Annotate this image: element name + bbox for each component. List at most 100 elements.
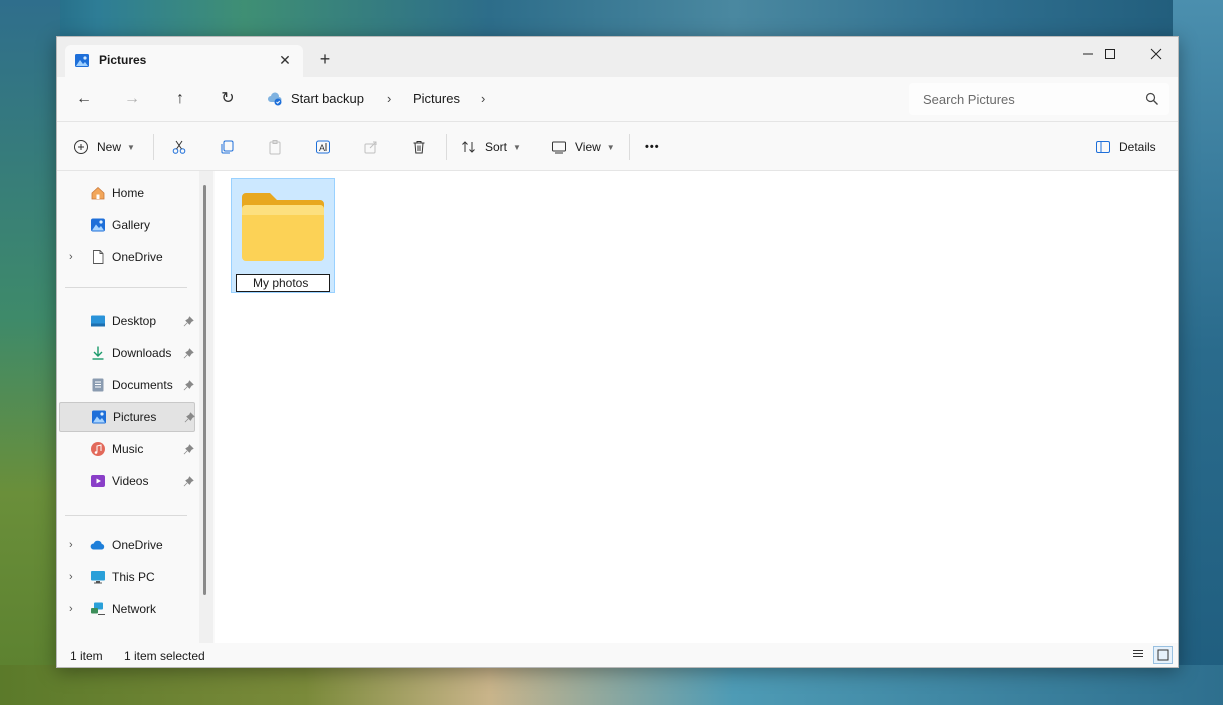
sidebar-item-documents[interactable]: Documents — [59, 370, 195, 400]
delete-button[interactable] — [411, 136, 427, 158]
file-explorer-window: Pictures ✕ + ← → ↑ ↻ Start backup › Pict… — [56, 36, 1179, 668]
divider — [65, 287, 187, 288]
file-list[interactable]: My photos — [215, 171, 1178, 643]
sidebar-item-onedrive[interactable]: › OneDrive — [59, 530, 195, 560]
breadcrumb-separator-icon[interactable]: › — [387, 91, 391, 106]
sidebar-item-label: OneDrive — [112, 250, 163, 264]
pictures-icon — [75, 54, 89, 67]
view-icon — [552, 141, 566, 154]
sidebar-scrollbar-track[interactable] — [199, 171, 213, 643]
sidebar-item-music[interactable]: Music — [59, 434, 195, 464]
sidebar-item-onedrive-personal[interactable]: › OneDrive — [59, 242, 195, 272]
share-button[interactable] — [363, 136, 379, 158]
divider — [65, 515, 187, 516]
details-pane-icon — [1096, 141, 1110, 153]
forward-button[interactable]: → — [118, 87, 146, 111]
cut-button[interactable] — [171, 136, 187, 158]
sidebar-item-label: Documents — [112, 378, 173, 392]
maximize-button[interactable] — [1087, 41, 1133, 69]
breadcrumb-pictures[interactable]: Pictures — [413, 91, 460, 106]
pin-icon[interactable] — [183, 347, 194, 359]
pin-icon[interactable] — [183, 379, 194, 391]
sidebar-item-desktop[interactable]: Desktop — [59, 306, 195, 336]
sidebar-item-pictures[interactable]: Pictures — [59, 402, 195, 432]
wallpaper-bottom — [0, 665, 1223, 705]
more-options-button[interactable]: ••• — [645, 136, 660, 158]
paste-button[interactable] — [267, 136, 283, 158]
sidebar-item-label: Gallery — [112, 218, 151, 232]
trash-icon — [413, 141, 425, 154]
sidebar-item-downloads[interactable]: Downloads — [59, 338, 195, 368]
this-pc-icon — [91, 571, 105, 584]
sidebar-item-label: Home — [112, 186, 145, 200]
sidebar-item-videos[interactable]: Videos — [59, 466, 195, 496]
desktop-icon — [91, 315, 105, 327]
new-button[interactable]: New ▼ — [73, 136, 135, 158]
paste-icon — [269, 140, 281, 155]
sidebar-item-label: Pictures — [113, 410, 157, 424]
videos-icon — [91, 475, 105, 487]
divider — [153, 134, 154, 160]
close-tab-icon[interactable]: ✕ — [275, 50, 295, 70]
tiles-view-icon — [1157, 649, 1169, 661]
breadcrumb[interactable]: Start backup › Pictures › — [257, 83, 900, 115]
search-box[interactable]: Search Pictures — [909, 83, 1169, 115]
documents-icon — [92, 378, 104, 392]
divider — [629, 134, 630, 160]
breadcrumb-expand-icon[interactable]: › — [481, 91, 485, 106]
sidebar-item-this-pc[interactable]: › This PC — [59, 562, 195, 592]
close-window-button[interactable] — [1133, 41, 1179, 69]
chevron-right-icon[interactable]: › — [69, 539, 73, 551]
chevron-right-icon[interactable]: › — [69, 251, 73, 263]
copy-button[interactable] — [219, 136, 235, 158]
breadcrumb-start-backup[interactable]: Start backup — [291, 91, 364, 106]
new-tab-button[interactable]: + — [315, 49, 335, 69]
sidebar-item-label: Desktop — [112, 314, 157, 328]
folder-item[interactable]: My photos — [231, 178, 335, 293]
music-icon — [91, 442, 105, 456]
large-icons-view-button[interactable] — [1153, 646, 1173, 664]
details-button[interactable]: Details — [1095, 136, 1156, 158]
sidebar-item-home[interactable]: Home — [59, 178, 195, 208]
up-button[interactable]: ↑ — [166, 87, 194, 111]
new-label: New — [97, 140, 122, 154]
tab-pictures[interactable]: Pictures ✕ — [65, 45, 303, 77]
pictures-icon — [92, 410, 106, 424]
share-icon — [364, 141, 377, 154]
chevron-down-icon: ▼ — [513, 142, 521, 152]
sidebar-item-network[interactable]: › Network — [59, 594, 195, 624]
title-bar: Pictures ✕ + — [57, 37, 1178, 77]
copy-icon — [221, 140, 234, 154]
pin-icon[interactable] — [184, 411, 195, 423]
details-view-button[interactable] — [1129, 646, 1149, 664]
search-input[interactable]: Search Pictures — [923, 92, 1015, 107]
wallpaper-left — [0, 0, 60, 705]
view-button[interactable]: View ▼ — [551, 136, 615, 158]
navigation-pane: Home Gallery › OneDrive Desktop Download… — [57, 171, 215, 643]
chevron-right-icon[interactable]: › — [69, 603, 73, 615]
sidebar-item-label: Music — [112, 442, 144, 456]
maximize-icon — [1105, 49, 1115, 59]
sidebar-scrollbar-thumb[interactable] — [203, 185, 206, 595]
home-icon — [91, 186, 105, 200]
downloads-icon — [92, 346, 104, 360]
status-bar: 1 item 1 item selected — [57, 643, 1178, 667]
pin-icon[interactable] — [183, 443, 194, 455]
details-label: Details — [1119, 140, 1156, 154]
rename-button[interactable]: A — [315, 136, 331, 158]
close-icon — [1150, 48, 1162, 60]
plus-circle-icon — [74, 140, 88, 154]
chevron-right-icon[interactable]: › — [69, 571, 73, 583]
folder-icon — [242, 193, 324, 261]
gallery-icon — [91, 218, 105, 232]
refresh-button[interactable]: ↻ — [214, 87, 242, 111]
rename-input[interactable]: My photos — [236, 274, 330, 292]
sort-button[interactable]: Sort ▼ — [461, 136, 521, 158]
back-button[interactable]: ← — [70, 87, 98, 111]
chevron-down-icon: ▼ — [127, 142, 135, 152]
divider — [446, 134, 447, 160]
pin-icon[interactable] — [183, 475, 194, 487]
rename-icon: A — [316, 140, 330, 154]
pin-icon[interactable] — [183, 315, 194, 327]
sidebar-item-gallery[interactable]: Gallery — [59, 210, 195, 240]
